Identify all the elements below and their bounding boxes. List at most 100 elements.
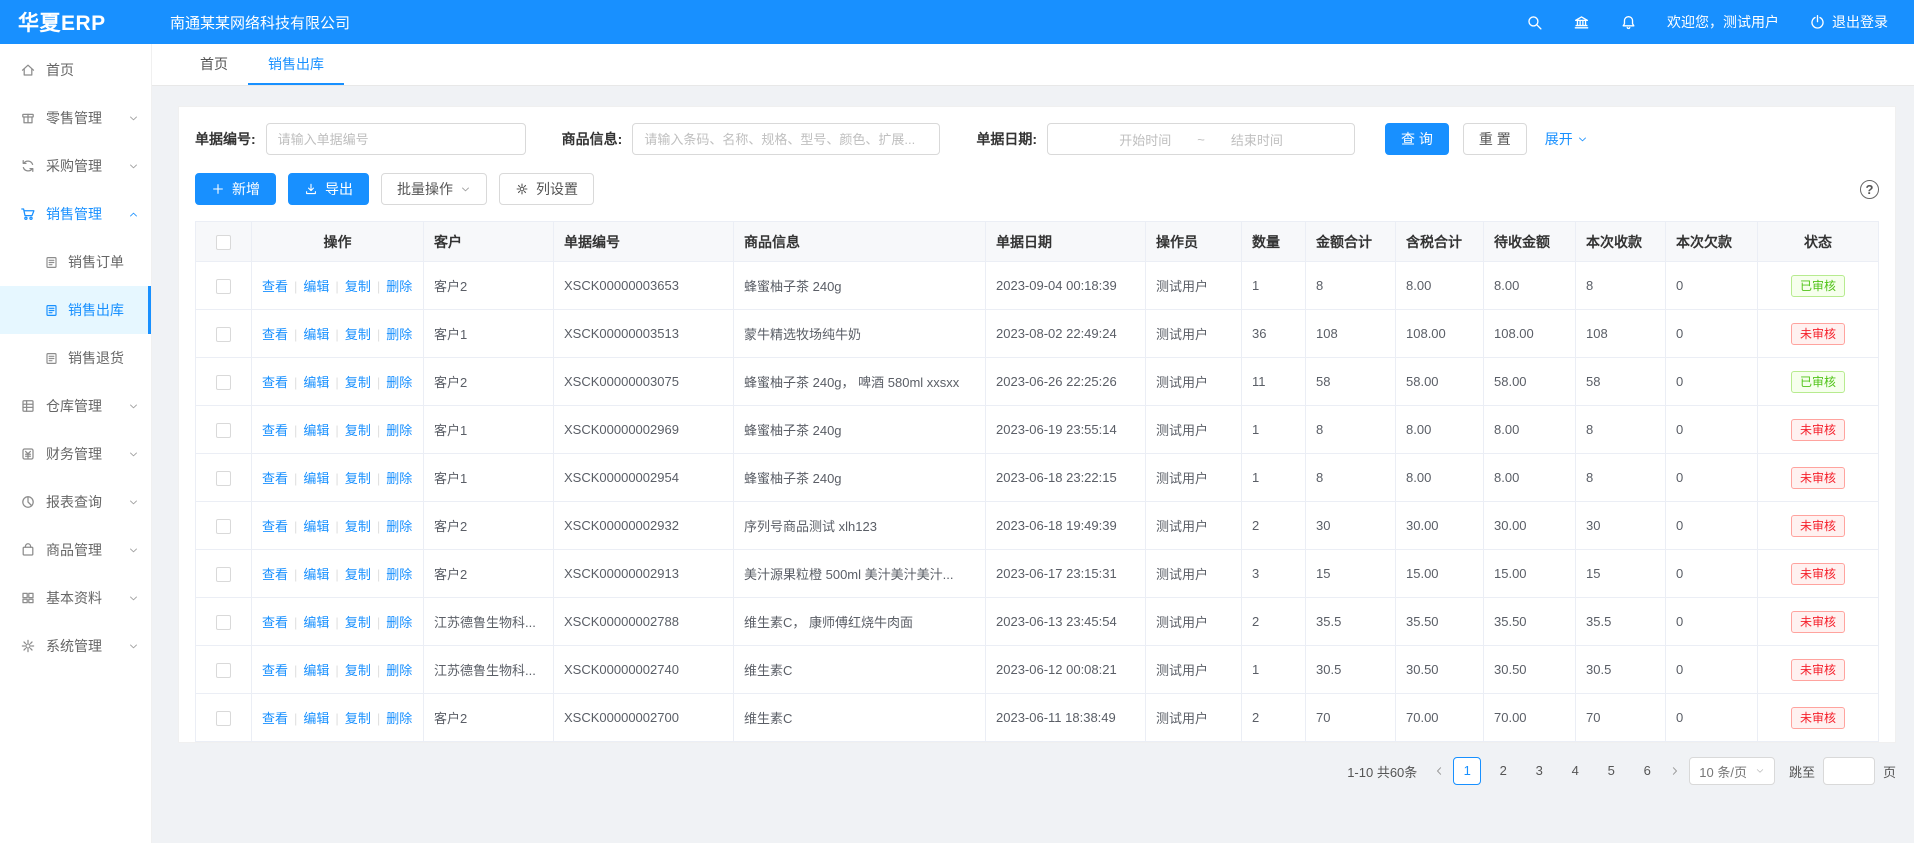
row-checkbox[interactable] [216,423,231,438]
date-range-picker[interactable]: 开始时间 ~ 结束时间 [1047,123,1355,155]
row-action-edit[interactable]: 编辑 [303,471,329,486]
logout-icon [1809,14,1826,31]
row-action-view[interactable]: 查看 [262,423,288,438]
row-action-copy[interactable]: 复制 [345,519,371,534]
row-action-copy[interactable]: 复制 [345,423,371,438]
action-separator: | [335,279,338,294]
batch-actions-button[interactable]: 批量操作 [381,173,487,205]
sidebar-item-retail[interactable]: 零售管理 [0,94,151,142]
page-number-5[interactable]: 5 [1597,757,1625,785]
sidebar-item-sales-outbound[interactable]: 销售出库 [0,286,151,334]
sidebar-item-basic[interactable]: 基本资料 [0,574,151,622]
order-no-input[interactable] [266,123,526,155]
row-checkbox[interactable] [216,711,231,726]
sidebar-item-finance[interactable]: 财务管理 [0,430,151,478]
sidebar-item-sales-order[interactable]: 销售订单 [0,238,151,286]
sidebar-item-report[interactable]: 报表查询 [0,478,151,526]
cell-product: 维生素C [734,646,986,694]
page-number-3[interactable]: 3 [1525,757,1553,785]
status-badge: 未审核 [1791,659,1845,681]
column-settings-button[interactable]: 列设置 [499,173,594,205]
sidebar-item-warehouse[interactable]: 仓库管理 [0,382,151,430]
export-button[interactable]: 导出 [288,173,369,205]
row-action-edit[interactable]: 编辑 [303,327,329,342]
row-action-delete[interactable]: 删除 [386,663,412,678]
jump-page-input[interactable] [1823,757,1875,785]
tab-sales-outbound[interactable]: 销售出库 [248,44,344,85]
row-action-delete[interactable]: 删除 [386,375,412,390]
row-action-edit[interactable]: 编辑 [303,279,329,294]
row-action-view[interactable]: 查看 [262,375,288,390]
row-action-copy[interactable]: 复制 [345,615,371,630]
row-action-copy[interactable]: 复制 [345,375,371,390]
page-number-4[interactable]: 4 [1561,757,1589,785]
row-action-delete[interactable]: 删除 [386,423,412,438]
page-size-select[interactable]: 10 条/页 [1689,757,1775,785]
row-action-edit[interactable]: 编辑 [303,615,329,630]
row-checkbox[interactable] [216,327,231,342]
row-action-delete[interactable]: 删除 [386,615,412,630]
row-action-view[interactable]: 查看 [262,519,288,534]
cell-amount-tax: 30.50 [1396,646,1484,694]
row-action-delete[interactable]: 删除 [386,567,412,582]
row-action-delete[interactable]: 删除 [386,327,412,342]
row-checkbox[interactable] [216,615,231,630]
sidebar-item-home[interactable]: 首页 [0,46,151,94]
sidebar-item-system[interactable]: 系统管理 [0,622,151,670]
reset-button[interactable]: 重 置 [1463,123,1527,155]
row-actions-cell: 查看|编辑|复制|删除 [252,454,424,502]
row-action-delete[interactable]: 删除 [386,279,412,294]
table-body: 查看|编辑|复制|删除客户2XSCK00000003653蜂蜜柚子茶 240g2… [196,262,1879,742]
sidebar-item-goods[interactable]: 商品管理 [0,526,151,574]
row-action-view[interactable]: 查看 [262,471,288,486]
notification-bell-icon[interactable] [1620,14,1637,31]
row-action-copy[interactable]: 复制 [345,567,371,582]
page-number-1[interactable]: 1 [1453,757,1481,785]
row-action-view[interactable]: 查看 [262,663,288,678]
sidebar-item-purchase[interactable]: 采购管理 [0,142,151,190]
row-action-copy[interactable]: 复制 [345,663,371,678]
welcome-user[interactable]: 欢迎您，测试用户 [1667,12,1779,32]
platform-icon[interactable] [1573,14,1590,31]
row-action-copy[interactable]: 复制 [345,471,371,486]
row-checkbox[interactable] [216,519,231,534]
sidebar-item-sales[interactable]: 销售管理 [0,190,151,238]
row-action-delete[interactable]: 删除 [386,471,412,486]
help-icon[interactable]: ? [1860,180,1879,199]
row-action-edit[interactable]: 编辑 [303,663,329,678]
row-action-view[interactable]: 查看 [262,279,288,294]
page-number-2[interactable]: 2 [1489,757,1517,785]
row-action-view[interactable]: 查看 [262,567,288,582]
row-action-copy[interactable]: 复制 [345,711,371,726]
row-action-edit[interactable]: 编辑 [303,519,329,534]
add-button[interactable]: 新增 [195,173,276,205]
cell-operator: 测试用户 [1146,310,1242,358]
row-action-copy[interactable]: 复制 [345,279,371,294]
row-checkbox[interactable] [216,663,231,678]
page-number-6[interactable]: 6 [1633,757,1661,785]
row-checkbox[interactable] [216,567,231,582]
select-all-checkbox[interactable] [216,235,231,250]
product-info-input[interactable] [632,123,940,155]
search-button[interactable]: 查 询 [1385,123,1449,155]
row-checkbox[interactable] [216,375,231,390]
row-action-edit[interactable]: 编辑 [303,375,329,390]
row-action-delete[interactable]: 删除 [386,519,412,534]
row-action-edit[interactable]: 编辑 [303,567,329,582]
tab-home[interactable]: 首页 [180,44,248,85]
row-action-view[interactable]: 查看 [262,615,288,630]
row-action-view[interactable]: 查看 [262,711,288,726]
logout-button[interactable]: 退出登录 [1809,12,1888,32]
search-icon[interactable] [1526,14,1543,31]
sidebar-item-sales-return[interactable]: 销售退货 [0,334,151,382]
row-action-delete[interactable]: 删除 [386,711,412,726]
row-action-edit[interactable]: 编辑 [303,711,329,726]
row-checkbox[interactable] [216,471,231,486]
expand-link[interactable]: 展开 [1545,129,1588,149]
row-checkbox[interactable] [216,279,231,294]
row-action-edit[interactable]: 编辑 [303,423,329,438]
row-action-copy[interactable]: 复制 [345,327,371,342]
prev-page-icon[interactable] [1433,765,1445,777]
row-action-view[interactable]: 查看 [262,327,288,342]
next-page-icon[interactable] [1669,765,1681,777]
